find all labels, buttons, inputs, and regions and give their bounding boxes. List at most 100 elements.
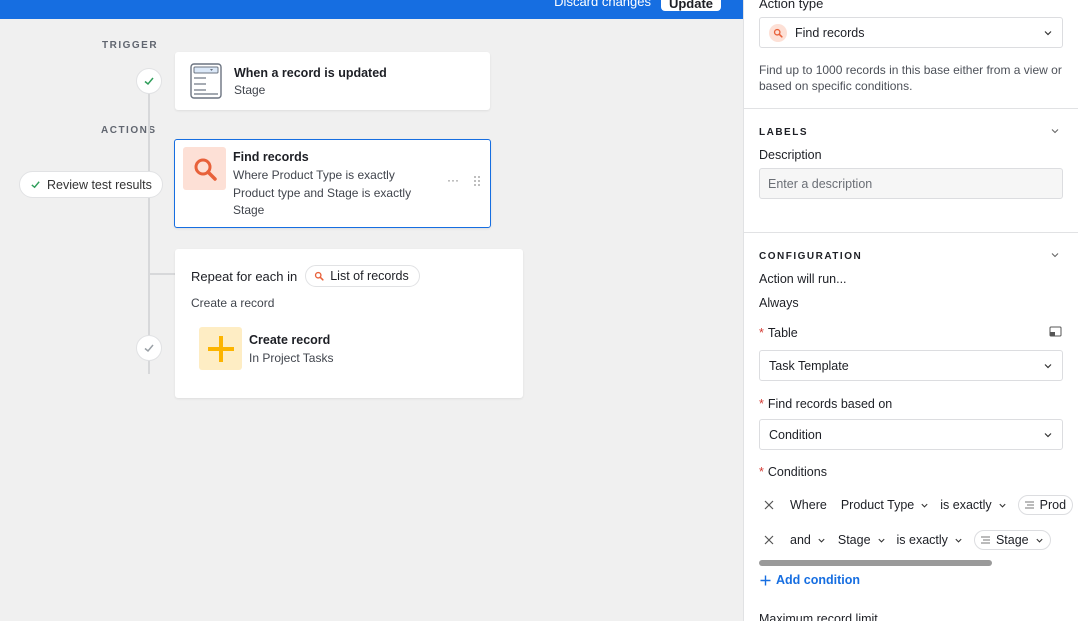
chevron-down-icon[interactable]: [1050, 250, 1060, 260]
update-button[interactable]: Update: [660, 0, 721, 11]
chevron-down-icon: [818, 538, 825, 543]
create-record-title: Create record: [249, 333, 331, 347]
condition-value: Stage: [995, 533, 1029, 547]
review-test-results-label: Review test results: [47, 177, 152, 192]
condition-conjunction-dropdown[interactable]: and: [790, 533, 826, 547]
check-icon: [31, 181, 40, 189]
check-icon: [144, 77, 154, 86]
divider: [744, 232, 1078, 233]
required-marker: *: [759, 397, 764, 411]
top-bar: Discard changes Update: [0, 0, 743, 19]
trigger-card[interactable]: When a record is updated Stage: [175, 52, 490, 110]
close-icon[interactable]: [764, 500, 774, 510]
search-icon: [315, 271, 324, 281]
plus-icon: [199, 327, 242, 370]
repeat-group-card[interactable]: Repeat for each in List of records Creat…: [175, 249, 523, 398]
find-based-on-text: Find records based on: [767, 397, 893, 411]
condition-operator-value: is exactly: [940, 498, 992, 512]
chevron-down-icon: [999, 503, 1006, 508]
conditions-label: * Conditions: [759, 465, 827, 479]
description-label: Description: [759, 148, 822, 162]
condition-row: and Stage is exactly Stage: [759, 527, 1051, 553]
action-config-panel: Action type Find records Find up to 1000…: [743, 0, 1081, 621]
condition-row: Where Product Type is exactly Prod: [759, 492, 1074, 518]
create-record-subtitle: In Project Tasks: [249, 351, 334, 365]
find-desc-line: Product type and Stage is exactly: [233, 185, 412, 200]
condition-operator-dropdown[interactable]: is exactly: [940, 498, 1006, 512]
action-type-help: Find up to 1000 records in this base eit…: [759, 63, 1062, 93]
find-based-on-select[interactable]: Condition: [759, 419, 1063, 450]
find-records-title: Find records: [233, 150, 309, 164]
table-label-text: Table: [767, 326, 798, 340]
condition-value: Prod: [1039, 498, 1067, 512]
drag-handle-icon[interactable]: [473, 175, 481, 190]
table-link-icon[interactable]: [1049, 326, 1062, 337]
divider: [744, 108, 1078, 109]
condition-value-pill[interactable]: Stage: [973, 530, 1051, 550]
action-will-run-label: Action will run...: [759, 272, 847, 286]
repeat-header: Repeat for each in List of records: [191, 265, 420, 287]
required-marker: *: [759, 326, 764, 340]
close-icon[interactable]: [764, 535, 774, 545]
condition-field-dropdown[interactable]: Stage: [838, 533, 886, 547]
chevron-down-icon[interactable]: [1050, 126, 1060, 136]
list-of-records-label: List of records: [330, 269, 409, 283]
chevron-down-icon: [877, 538, 885, 543]
add-condition-label: Add condition: [776, 573, 861, 587]
discard-changes-button[interactable]: Discard changes: [554, 0, 651, 9]
more-options-button[interactable]: ···: [447, 173, 459, 187]
max-record-limit-label: Maximum record limit: [759, 612, 878, 621]
connector-line: [148, 94, 150, 374]
condition-operator-value: is exactly: [896, 533, 948, 547]
trigger-title: When a record is updated: [234, 66, 387, 80]
chevron-down-icon: [955, 538, 962, 543]
table-label: * Table: [759, 326, 798, 340]
labels-section-heading: LABELS: [759, 127, 808, 138]
condition-prefix: Where: [790, 498, 827, 512]
configuration-section-heading: CONFIGURATION: [759, 251, 863, 262]
trigger-status-check: [136, 68, 162, 94]
trigger-section-label: TRIGGER: [102, 40, 159, 51]
action-will-run-value: Always: [759, 296, 799, 310]
add-condition-button[interactable]: Add condition: [760, 573, 860, 587]
horizontal-scrollbar[interactable]: [759, 560, 992, 566]
chevron-down-icon: [1044, 30, 1052, 35]
description-input[interactable]: [759, 168, 1063, 199]
find-desc-line: Where Product Type is exactly: [233, 168, 395, 182]
chevron-down-icon: [1044, 432, 1052, 437]
condition-prefix: and: [790, 533, 811, 547]
action-type-label: Action type: [759, 0, 824, 11]
field-token-icon: [1024, 501, 1034, 509]
condition-field-value: Stage: [837, 533, 871, 547]
conditions-label-text: Conditions: [767, 465, 827, 479]
action-type-select[interactable]: Find records: [759, 17, 1063, 48]
review-test-results-button[interactable]: Review test results: [19, 171, 163, 198]
record-updated-icon: [190, 63, 222, 102]
field-token-icon: [980, 536, 990, 544]
find-based-on-label: * Find records based on: [759, 397, 892, 411]
find-records-card[interactable]: Find records Where Product Type is exact…: [174, 139, 491, 228]
search-icon: [183, 147, 226, 190]
plus-icon: [760, 575, 771, 585]
chevron-down-icon: [921, 503, 928, 508]
find-desc-line: Stage: [233, 203, 265, 217]
list-of-records-chip[interactable]: List of records: [305, 265, 420, 287]
find-records-description: Where Product Type is exactly Product ty…: [233, 167, 411, 220]
repeat-status-check: [136, 335, 162, 361]
trigger-subtitle: Stage: [234, 83, 266, 97]
check-icon: [144, 344, 154, 353]
table-select[interactable]: Task Template: [759, 350, 1063, 381]
condition-field-dropdown[interactable]: Product Type: [841, 498, 929, 512]
automation-canvas: TRIGGER ACTIONS When a record is updated…: [0, 19, 743, 621]
repeat-title: Repeat for each in: [191, 268, 298, 284]
chevron-down-icon: [1036, 538, 1043, 543]
condition-operator-dropdown[interactable]: is exactly: [897, 533, 963, 547]
table-value: Task Template: [769, 358, 849, 373]
condition-field-value: Product Type: [840, 498, 915, 512]
action-type-value: Find records: [795, 25, 865, 40]
find-based-on-value: Condition: [769, 427, 822, 442]
condition-value-pill[interactable]: Prod: [1017, 495, 1074, 515]
search-icon: [769, 23, 787, 42]
chevron-down-icon: [1044, 363, 1052, 368]
required-marker: *: [759, 465, 764, 479]
